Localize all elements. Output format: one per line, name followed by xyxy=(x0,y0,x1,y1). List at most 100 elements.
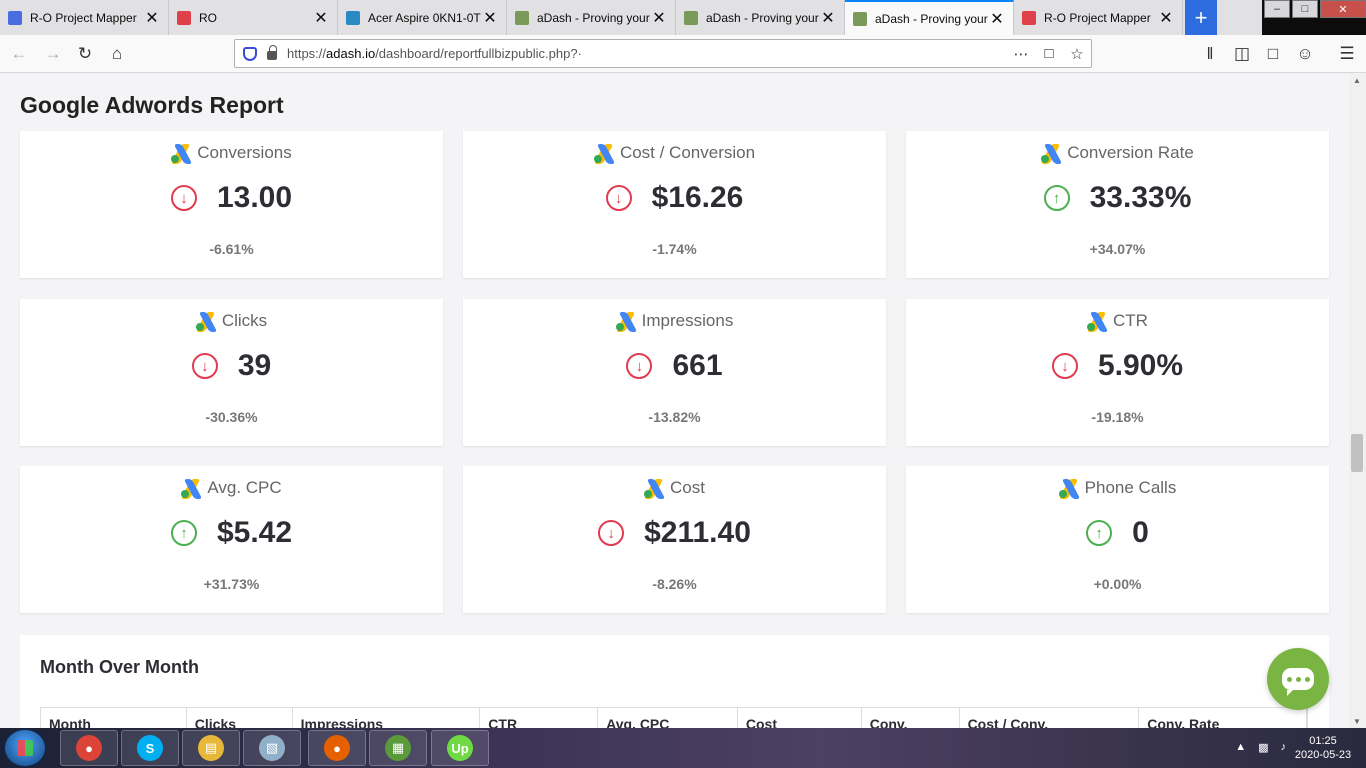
metric-value-row: ↓ $16.26 xyxy=(463,181,886,215)
close-tab-icon[interactable]: ✕ xyxy=(820,8,836,28)
network-icon[interactable]: ▩ xyxy=(1258,741,1268,754)
new-tab-button[interactable]: + xyxy=(1185,0,1217,35)
close-tab-icon[interactable]: ✕ xyxy=(651,8,667,28)
metric-label: Cost / Conversion xyxy=(619,143,756,162)
metric-label-row: Phone Calls xyxy=(906,478,1329,499)
metric-label-row: Clicks xyxy=(20,311,443,332)
google-ads-icon xyxy=(1058,479,1080,499)
close-tab-icon[interactable]: ✕ xyxy=(989,9,1005,29)
menu-icon[interactable]: ☰ xyxy=(1336,43,1358,65)
tab-title: aDash - Proving your xyxy=(706,10,819,25)
metric-card: Conversion Rate ↑ 33.33% +34.07% xyxy=(906,131,1329,278)
sidebar-icon[interactable]: ◫ xyxy=(1231,43,1253,65)
table-header-cell[interactable]: Cost xyxy=(738,708,862,728)
browser-tab[interactable]: aDash - Proving your ✕ xyxy=(676,0,845,35)
chrome-icon: ● xyxy=(76,735,102,761)
url-text[interactable]: https://adash.io/dashboard/reportfullbiz… xyxy=(287,46,1007,61)
page-scrollbar[interactable]: ▲ ▼ xyxy=(1349,74,1366,728)
browser-tab[interactable]: R-O Project Mapper ✕ xyxy=(0,0,169,35)
metric-value-row: ↓ 39 xyxy=(20,349,443,383)
arrow-down-icon: ↓ xyxy=(1051,353,1078,379)
taskbar-app-button[interactable]: Up xyxy=(431,730,489,766)
metric-value-row: ↓ 5.90% xyxy=(906,349,1329,383)
close-tab-icon[interactable]: ✕ xyxy=(144,8,160,28)
tab-title: RO xyxy=(199,10,217,25)
volume-icon[interactable]: ♪ xyxy=(1281,741,1287,754)
table-header-cell[interactable]: Cost / Conv. xyxy=(960,708,1140,728)
metric-label: Clicks xyxy=(221,311,268,330)
google-ads-icon xyxy=(643,479,666,499)
table-header-cell[interactable]: CTR xyxy=(480,708,599,728)
page-content: Google Adwords Report Conversions ↓ 13.00 -… xyxy=(0,74,1349,728)
clock-date: 2020-05-23 xyxy=(1294,749,1352,761)
minimize-button[interactable]: – xyxy=(1264,0,1290,18)
metric-change: -19.18% xyxy=(1091,409,1144,425)
taskbar-clock[interactable]: 01:25 2020-05-23 xyxy=(1288,734,1358,762)
back-icon[interactable]: ← xyxy=(8,43,30,65)
report-title: Google Adwords Report xyxy=(20,92,284,118)
table-header-cell[interactable]: Conv. Rate xyxy=(1139,708,1307,728)
start-button[interactable] xyxy=(4,729,46,767)
firefox-icon: ● xyxy=(324,735,350,761)
close-tab-icon[interactable]: ✕ xyxy=(1158,8,1174,28)
metric-value: 5.90% xyxy=(1097,349,1184,382)
taskbar-app-button[interactable]: ● xyxy=(308,730,366,766)
chat-button[interactable] xyxy=(1267,648,1329,710)
browser-tab[interactable]: R-O Project Mapper ✕ xyxy=(1014,0,1183,35)
table-header-cell[interactable]: Conv. xyxy=(862,708,960,728)
taskbar-app-button[interactable]: ▤ xyxy=(182,730,240,766)
scroll-up-icon[interactable]: ▲ xyxy=(1353,76,1361,85)
metric-value: 0 xyxy=(1132,516,1149,549)
month-over-month-title: Month Over Month xyxy=(40,657,199,677)
lock-icon[interactable] xyxy=(267,44,277,60)
browser-tab[interactable]: RO ✕ xyxy=(169,0,338,35)
page-actions-icon[interactable]: ⋯ xyxy=(1007,45,1035,63)
metric-change: -8.26% xyxy=(652,576,697,592)
table-header-cell[interactable]: Month xyxy=(41,708,187,728)
metric-label-row: Conversions xyxy=(20,143,443,164)
close-tab-icon[interactable]: ✕ xyxy=(482,8,498,28)
taskbar-app-button[interactable]: ▧ xyxy=(243,730,301,766)
tracking-shield-icon[interactable] xyxy=(243,46,257,61)
scrollbar-thumb[interactable] xyxy=(1351,434,1363,472)
browser-tab[interactable]: aDash - Proving your ✕ xyxy=(845,0,1014,35)
close-tab-icon[interactable]: ✕ xyxy=(313,8,329,28)
metric-change: +31.73% xyxy=(203,576,260,592)
metric-value: 661 xyxy=(672,349,723,382)
taskbar-app-button[interactable]: S xyxy=(121,730,179,766)
bookmark-star-icon[interactable]: ☆ xyxy=(1063,45,1091,63)
arrow-down-icon: ↓ xyxy=(605,185,632,211)
tab-title: aDash - Proving your xyxy=(875,11,988,26)
folder-icon: ▤ xyxy=(198,735,224,761)
library-icon[interactable]: ‖ xyxy=(1199,43,1221,65)
sheet-icon: ▦ xyxy=(385,735,411,761)
tab-strip: R-O Project Mapper ✕ RO ✕ Acer Aspire 0KN1-0… xyxy=(0,0,1262,35)
arrow-up-icon: ↑ xyxy=(1086,520,1113,546)
address-bar[interactable]: https://adash.io/dashboard/reportfullbiz… xyxy=(234,39,1092,68)
close-window-button[interactable]: ✕ xyxy=(1320,0,1366,18)
system-tray: ▲ ▩ ♪ xyxy=(1235,741,1286,754)
table-header-cell[interactable]: Clicks xyxy=(187,708,293,728)
browser-tab[interactable]: aDash - Proving your ✕ xyxy=(507,0,676,35)
taskbar-app-button[interactable]: ● xyxy=(60,730,118,766)
taskbar-app-button[interactable]: ▦ xyxy=(369,730,427,766)
table-header-cell[interactable]: Impressions xyxy=(293,708,481,728)
reload-icon[interactable]: ↻ xyxy=(74,43,96,65)
home-icon[interactable]: ⌂ xyxy=(106,43,128,65)
forward-icon[interactable]: → xyxy=(42,43,64,65)
pocket-icon[interactable]: □ xyxy=(1035,45,1063,62)
window-icon[interactable]: □ xyxy=(1262,43,1284,65)
account-icon[interactable]: ☺ xyxy=(1294,43,1316,65)
browser-tab[interactable]: Acer Aspire 0KN1-0T ✕ xyxy=(338,0,507,35)
tray-expand-icon[interactable]: ▲ xyxy=(1235,741,1246,754)
metric-label-row: Avg. CPC xyxy=(20,478,443,499)
scroll-down-icon[interactable]: ▼ xyxy=(1353,717,1361,726)
metric-value-row: ↑ 33.33% xyxy=(906,181,1329,215)
ro-icon xyxy=(177,10,191,25)
maximize-button[interactable]: □ xyxy=(1292,0,1318,18)
skype-icon: S xyxy=(137,735,163,761)
ro-icon xyxy=(1022,10,1036,25)
metric-card: Cost ↓ $211.40 -8.26% xyxy=(463,466,886,613)
clock-time: 01:25 xyxy=(1309,735,1337,747)
table-header-cell[interactable]: Avg. CPC xyxy=(598,708,738,728)
